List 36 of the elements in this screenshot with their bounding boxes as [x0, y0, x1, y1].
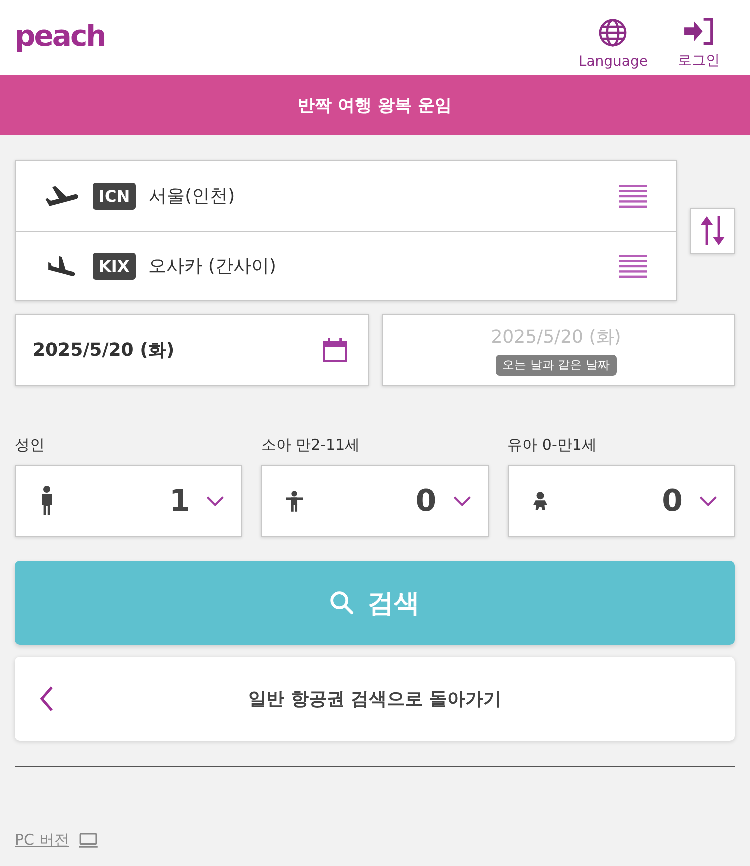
passenger-count-select[interactable]: 0 — [508, 465, 735, 537]
globe-icon — [599, 18, 628, 46]
child-icon — [286, 490, 304, 512]
airport-name: 오사카 (간사이) — [148, 255, 276, 278]
passenger-count-select[interactable]: 0 — [261, 465, 489, 537]
airport-selector[interactable]: KIX 오사카 (간사이) — [16, 231, 676, 300]
list-icon — [619, 184, 648, 208]
passenger-label: 유아 0-만1세 — [508, 436, 597, 455]
airport-name: 서울(인천) — [149, 185, 236, 208]
chevron-down-icon — [698, 496, 718, 506]
language-button[interactable]: Language — [578, 18, 648, 70]
date-field[interactable]: 2025/5/20 (화) — [15, 314, 368, 386]
list-icon — [619, 254, 648, 278]
search-icon — [330, 591, 354, 615]
brand-logo[interactable]: peach — [15, 18, 106, 52]
passenger-label: 성인 — [15, 436, 45, 455]
back-button[interactable]: 일반 항공권 검색으로 돌아가기 — [15, 657, 735, 741]
airport-code: KIX — [93, 252, 136, 280]
chevron-down-icon — [452, 496, 472, 506]
login-button[interactable]: 로그인 — [678, 18, 720, 70]
person-icon — [40, 486, 54, 516]
swap-arrows-icon — [700, 216, 726, 246]
plane-takeoff-icon — [45, 186, 79, 206]
airport-code: ICN — [93, 182, 136, 210]
baby-icon — [532, 492, 548, 510]
monitor-icon — [79, 833, 98, 848]
fare-banner: 반짝 여행 왕복 운임 — [0, 75, 750, 135]
login-icon — [684, 18, 714, 44]
calendar-icon — [322, 338, 346, 362]
chevron-down-icon — [206, 496, 226, 506]
airport-selector[interactable]: ICN 서울(인천) — [16, 161, 676, 231]
chevron-left-icon — [40, 686, 54, 712]
passenger-label: 소아 만2-11세 — [261, 436, 360, 455]
swap-button[interactable] — [690, 208, 735, 254]
same-day-note: 오는 날과 같은 날짜 — [496, 354, 617, 376]
passenger-count-select[interactable]: 1 — [15, 465, 242, 537]
